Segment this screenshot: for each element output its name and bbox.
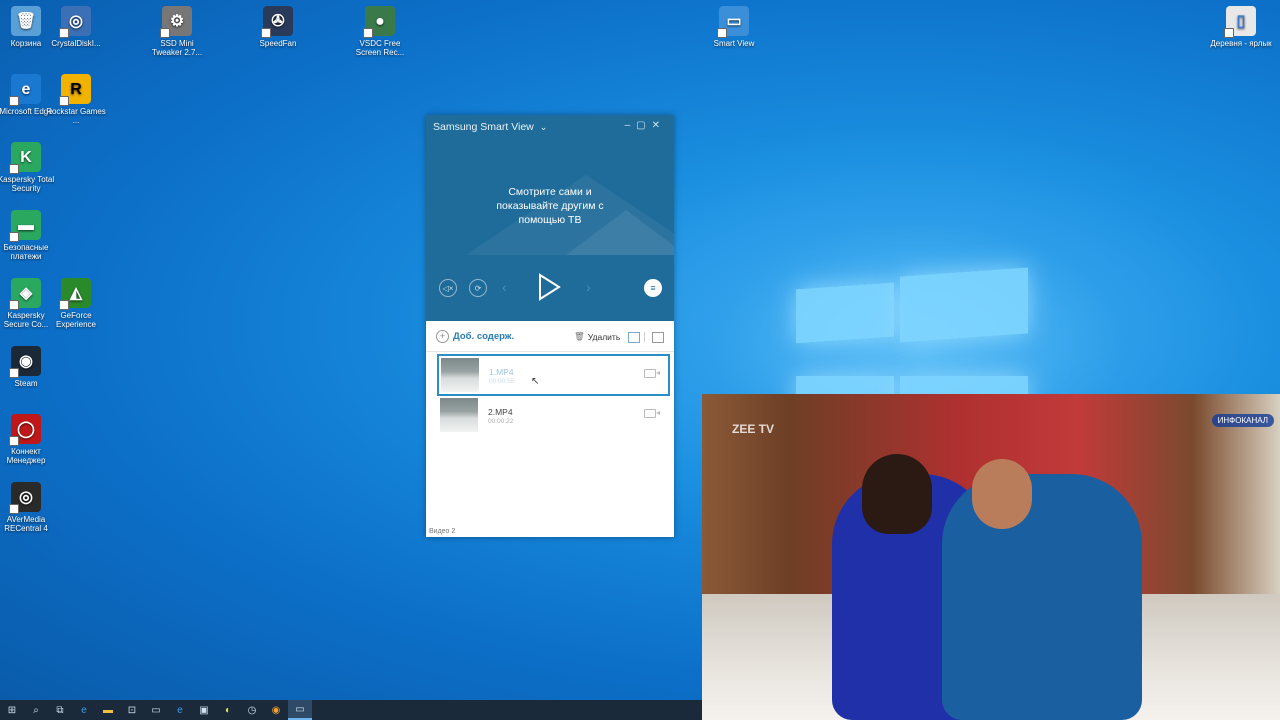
mute-icon[interactable]: ◁×	[439, 279, 457, 297]
video-camera-icon	[644, 409, 660, 418]
desktop-icon-steam[interactable]: ◉ Steam	[0, 346, 58, 388]
steam-icon: ◉	[9, 346, 41, 378]
video-thumbnail	[440, 398, 478, 432]
desktop-icon-speedfan[interactable]: ✇ SpeedFan	[246, 6, 310, 48]
desktop-icon-connect-manager[interactable]: ◯ Коннект Менеджер	[0, 414, 58, 465]
crystaldisk-icon: ◎	[59, 6, 91, 38]
connect-icon: ◯	[9, 414, 41, 446]
avermedia-icon: ◎	[9, 482, 41, 514]
app-taskbar-icon[interactable]: ◐	[216, 700, 240, 720]
desktop-icon-geforce[interactable]: ◭ GeForce Experience	[44, 278, 108, 329]
next-icon[interactable]: ›	[586, 279, 591, 295]
channel-logo: ZEE TV	[732, 422, 775, 436]
card-icon: ▬	[9, 210, 41, 242]
video-camera-icon	[644, 369, 660, 378]
window-title[interactable]: Samsung Smart View ⌄	[433, 121, 547, 133]
repeat-icon[interactable]: ⟳	[469, 279, 487, 297]
nvidia-icon: ◭	[59, 278, 91, 310]
desktop-icon-avermedia[interactable]: ◎ AVerMedia RECentral 4	[0, 482, 58, 533]
list-view-icon[interactable]	[628, 332, 640, 343]
desktop-icon-crystaldisk[interactable]: ◎ CrystalDiskI...	[44, 6, 108, 48]
video-count: Видео 2	[429, 528, 456, 535]
record-icon: ●	[363, 6, 395, 38]
minimize-icon[interactable]: –	[625, 120, 637, 131]
monitor-taskbar-icon[interactable]: ▭	[144, 700, 168, 720]
edge-taskbar-icon-2[interactable]: e	[168, 700, 192, 720]
task-view-icon[interactable]: ⧉	[48, 700, 72, 720]
kaspersky-icon: K	[9, 142, 41, 174]
window-taskbar-icon[interactable]: ▣	[192, 700, 216, 720]
desktop-icon-ssd-tweaker[interactable]: ⚙ SSD Mini Tweaker 2.7...	[145, 6, 209, 57]
recycle-bin-icon: 🗑	[11, 6, 41, 36]
add-content-button[interactable]: + Доб. содерж.	[436, 330, 514, 343]
search-icon[interactable]: ⌕	[24, 700, 48, 720]
rockstar-icon: R	[59, 74, 91, 106]
edge-icon: e	[9, 74, 41, 106]
maximize-icon[interactable]: ▢	[636, 120, 651, 131]
content-toolbar: + Доб. содерж. 🗑 Удалить	[426, 321, 674, 352]
list-item[interactable]: 1.MP4 00:00:55 ↖	[437, 354, 670, 396]
list-item[interactable]: 2.MP4 00:00:22	[438, 396, 668, 434]
delete-button[interactable]: 🗑 Удалить	[574, 331, 620, 342]
desktop-icon-smart-view[interactable]: ▭ Smart View	[702, 6, 766, 48]
file-icon: ▯	[1224, 6, 1256, 38]
shield-icon: ◈	[9, 278, 41, 310]
video-thumbnail	[441, 358, 479, 392]
taskbar: ⊞ ⌕ ⧉ e ▬ ⊡ ▭ e ▣ ◐ ◷ ◉ ▭	[0, 700, 702, 720]
start-icon[interactable]: ⊞	[0, 700, 24, 720]
plus-icon: +	[436, 330, 449, 343]
gear-icon: ⚙	[160, 6, 192, 38]
play-icon[interactable]	[536, 272, 562, 302]
desktop-icon-safe-payments[interactable]: ▬ Безопасные платежи	[0, 210, 58, 261]
fan-icon: ✇	[261, 6, 293, 38]
channel-badge: ИНФОКАНАЛ	[1211, 414, 1274, 427]
windows-logo	[796, 256, 1028, 406]
playlist-icon[interactable]: ≡	[644, 279, 662, 297]
grid-view-icon[interactable]	[652, 332, 664, 343]
trash-icon: 🗑	[574, 331, 585, 341]
smart-view-taskbar-icon[interactable]: ▭	[288, 700, 312, 720]
edge-taskbar-icon[interactable]: e	[72, 700, 96, 720]
cursor-icon: ↖	[531, 376, 540, 387]
store-icon[interactable]: ⊡	[120, 700, 144, 720]
chevron-down-icon: ⌄	[539, 122, 548, 132]
desktop-icon-rockstar[interactable]: R Rockstar Games ...	[44, 74, 108, 125]
smart-view-window: Samsung Smart View ⌄ –▢✕ Смотрите сами и…	[426, 115, 674, 537]
desktop-icon-vsdc[interactable]: ● VSDC Free Screen Rec...	[348, 6, 412, 57]
clock-taskbar-icon[interactable]: ◷	[240, 700, 264, 720]
window-controls: –▢✕	[625, 120, 666, 131]
intro-message: Смотрите сами и показывайте другим с пом…	[496, 186, 604, 226]
player-panel: Samsung Smart View ⌄ –▢✕ Смотрите сами и…	[426, 115, 674, 321]
monitor-icon: ▭	[717, 6, 749, 38]
previous-icon[interactable]: ‹	[502, 279, 507, 295]
desktop-icon-derevnya[interactable]: ▯ Деревня - ярлык	[1209, 6, 1273, 48]
close-icon[interactable]: ✕	[652, 120, 666, 131]
desktop-icon-kaspersky-total[interactable]: K Kaspersky Total Security	[0, 142, 58, 193]
folder-icon[interactable]: ▬	[96, 700, 120, 720]
tv-video-overlay: ZEE TV ИНФОКАНАЛ	[702, 394, 1280, 720]
record-taskbar-icon[interactable]: ◉	[264, 700, 288, 720]
